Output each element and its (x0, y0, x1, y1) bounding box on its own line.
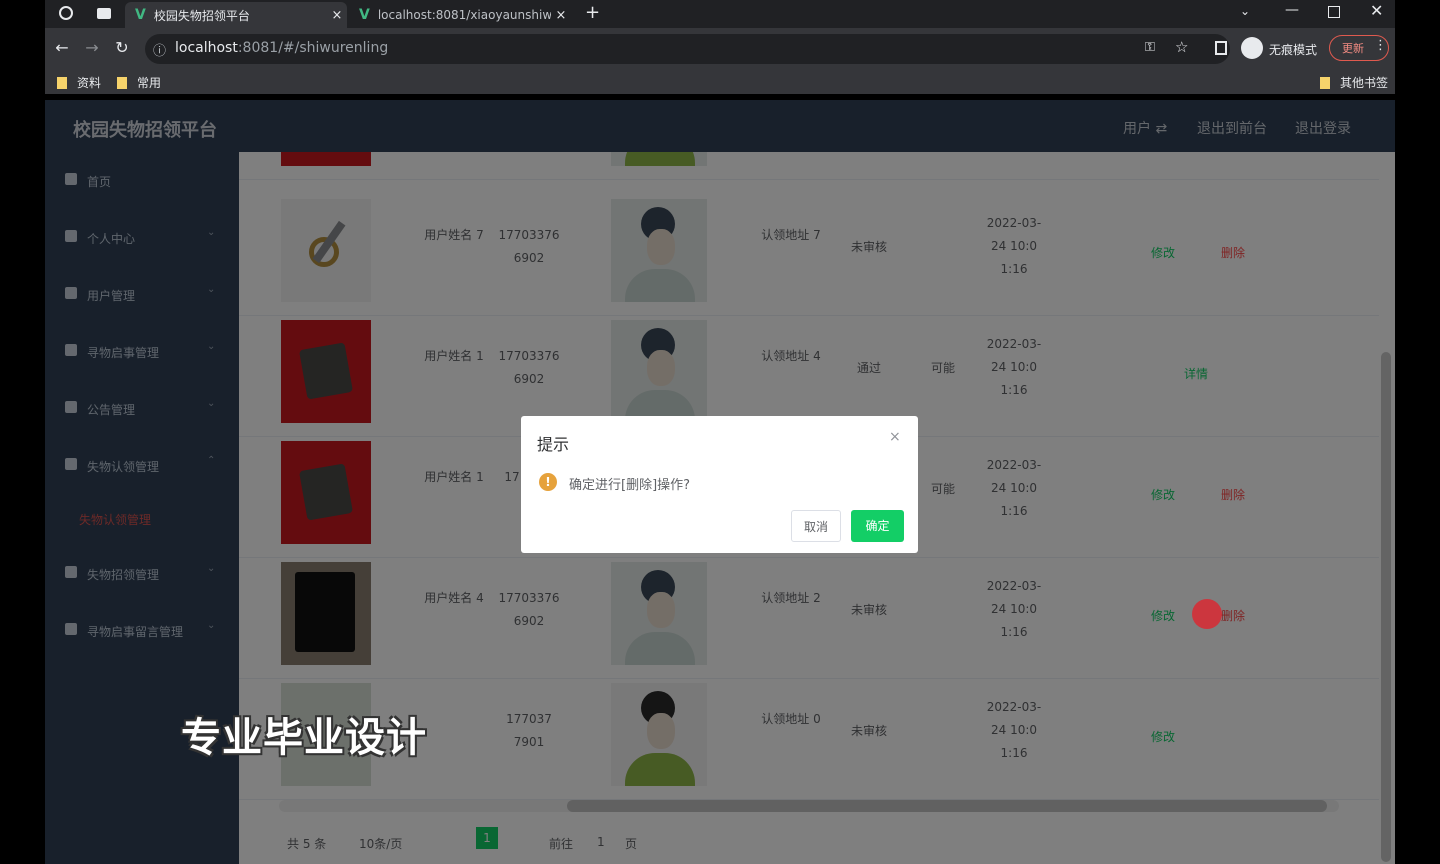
watermark-text: 专业毕业设计 (181, 715, 427, 761)
menu-dots-icon: ⋮ (1374, 38, 1387, 53)
cancel-button[interactable]: 取消 (791, 510, 841, 542)
dialog-message: 确定进行[删除]操作? (569, 478, 691, 493)
browser-logo-icon (59, 6, 73, 20)
bookmarks-bar: 资料 常用 其他书签 (45, 70, 1395, 94)
minimize-icon[interactable]: — (1285, 2, 1299, 18)
vue-favicon-icon: V (359, 7, 370, 23)
sidepanel-icon[interactable] (1215, 41, 1227, 55)
tab-close-icon[interactable]: × (327, 8, 347, 23)
close-window-icon[interactable]: ✕ (1370, 1, 1383, 20)
update-button[interactable]: 更新 ⋮ (1329, 35, 1389, 61)
tab-search-icon[interactable] (97, 8, 111, 19)
app-viewport: 校园失物招领平台 用户 ⇄ 退出到前台 退出登录 首页 个人中心⌄ 用户管理⌄ … (45, 100, 1395, 864)
tab-close-icon[interactable]: × (551, 8, 571, 23)
key-icon[interactable]: ⚿ (1145, 40, 1155, 55)
tab-active[interactable]: V 校园失物招领平台 × (125, 2, 347, 28)
tab-inactive[interactable]: V localhost:8081/xiaoyaunshiw × (349, 2, 571, 28)
back-icon[interactable]: ← (51, 38, 73, 57)
vue-favicon-icon: V (135, 7, 146, 23)
incognito-label[interactable]: 无痕模式 (1269, 41, 1317, 58)
restore-icon[interactable] (1328, 6, 1340, 18)
folder-icon (117, 77, 127, 89)
bookmark-star-icon[interactable]: ☆ (1175, 38, 1188, 56)
update-label: 更新 (1342, 42, 1364, 55)
close-icon[interactable]: × (889, 429, 901, 445)
warning-icon: ! (539, 473, 557, 491)
browser-toolbar: ← → ↻ ⓘ localhost:8081/#/shiwurenling ⚿ … (45, 28, 1395, 70)
folder-icon (1320, 77, 1330, 89)
reload-icon[interactable]: ↻ (111, 38, 133, 57)
dialog-title: 提示 (537, 435, 570, 454)
tab-title: 校园失物招领平台 (153, 8, 250, 23)
bookmark-folder-ziliao[interactable]: 资料 (57, 74, 101, 91)
browser-tab-strip: V 校园失物招领平台 × V localhost:8081/xiaoyaunsh… (45, 0, 1395, 28)
folder-icon (57, 77, 67, 89)
confirm-dialog: 提示 × ! 确定进行[删除]操作? 取消 确定 (521, 416, 918, 553)
address-bar[interactable]: ⓘ localhost:8081/#/shiwurenling ⚿ ☆ (145, 34, 1230, 64)
url-text: localhost:8081/#/shiwurenling (175, 40, 389, 56)
incognito-icon (1241, 37, 1263, 59)
tab-list-chevron-icon[interactable]: ⌄ (1240, 4, 1250, 18)
forward-icon[interactable]: → (81, 38, 103, 57)
bookmark-folder-other[interactable]: 其他书签 (1320, 74, 1388, 91)
tab-title: localhost:8081/xiaoyaunshiw (377, 8, 551, 22)
new-tab-icon[interactable]: + (585, 2, 600, 23)
click-indicator (1192, 599, 1222, 629)
confirm-button[interactable]: 确定 (851, 510, 904, 542)
bookmark-folder-changyong[interactable]: 常用 (117, 74, 161, 91)
site-info-icon[interactable]: ⓘ (153, 40, 166, 59)
